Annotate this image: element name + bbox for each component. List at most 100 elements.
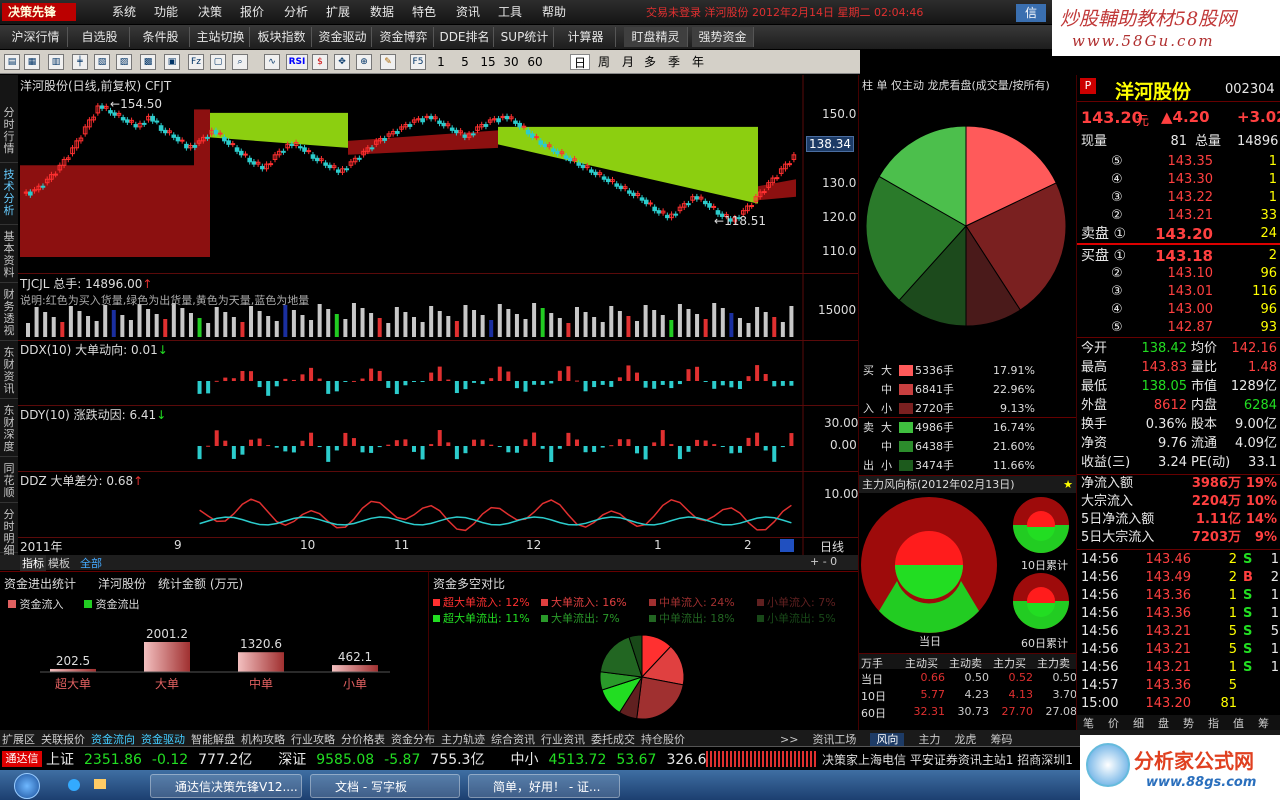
bottom-nav-right-item[interactable]: 筹码 [990,733,1012,746]
func-sup-stat[interactable]: SUP统计 [496,27,554,47]
menu-function[interactable]: 功能 [154,3,178,21]
move-icon[interactable]: ✥ [334,54,350,70]
quote-tab[interactable]: 盘 [1158,715,1169,731]
toolbar-icon-6[interactable]: ▨ [116,54,132,70]
ticker-index[interactable]: 深证 9585.08 -5.87 755.3亿 [278,752,494,768]
menu-decision[interactable]: 决策 [198,3,222,21]
task-wordpad[interactable]: 文档 - 写字板 [310,774,460,798]
toolbar-icon-1[interactable]: ▤ [4,54,20,70]
toolbar-icon-5[interactable]: ▧ [94,54,110,70]
menu-quote[interactable]: 报价 [240,3,264,21]
bottom-nav-item[interactable]: 持仓股价 [641,733,685,746]
bottom-nav-right-item[interactable]: >> [780,733,798,746]
func-dde-rank[interactable]: DDE排名 [436,27,494,47]
bottom-nav-item[interactable]: 资金驱动 [141,733,185,746]
menu-data[interactable]: 数据 [370,3,394,21]
quote-tab[interactable]: 价 [1108,715,1119,731]
zoom-icon[interactable]: ⊕ [356,54,372,70]
quote-tab[interactable]: 值 [1233,715,1244,731]
func-strong-fund[interactable]: 强势资金 [692,27,754,47]
tab-intraday[interactable]: 分时行情 [0,103,18,163]
func-sector-index[interactable]: 板块指数 [252,27,312,47]
tab-basic-info[interactable]: 基本资料 [0,227,18,283]
quote-tab[interactable]: 笔 [1083,715,1094,731]
bottom-nav-item[interactable]: 资金流向 [91,733,135,746]
menu-extend[interactable]: 扩展 [326,3,350,21]
bottom-nav-item[interactable]: 分价格表 [341,733,385,746]
info-button[interactable]: 信 [1016,4,1046,22]
bottom-nav-right-item[interactable]: 资讯工场 [812,733,856,746]
bottom-nav-right-item[interactable]: 风向 [870,733,905,746]
quote-tab[interactable]: 细 [1133,715,1144,731]
quote-tab[interactable]: 筹 [1258,715,1269,731]
candlestick-chart[interactable] [18,75,858,555]
period-60[interactable]: 60 [524,54,546,70]
bottom-nav-item[interactable]: 资金分布 [391,733,435,746]
period-month[interactable]: 月 [618,54,638,70]
func-server[interactable]: 主站切换 [192,27,250,47]
rtab-active[interactable]: 仅主动 [891,79,924,92]
bottom-nav-item[interactable]: 行业攻略 [291,733,335,746]
func-watchlist[interactable]: 自选股 [70,27,130,47]
toolbar-icon-3[interactable]: ▥ [48,54,64,70]
menu-analysis[interactable]: 分析 [284,3,308,21]
menu-news[interactable]: 资讯 [456,3,480,21]
scroll-handle[interactable] [780,539,794,552]
period-week[interactable]: 周 [594,54,614,70]
func-fund-drive[interactable]: 资金驱动 [314,27,372,47]
menu-help[interactable]: 帮助 [542,3,566,21]
quote-tab[interactable]: 势 [1183,715,1194,731]
tab-indicator[interactable]: 指标 [20,555,46,571]
tab-east-news[interactable]: 东财资讯 [0,343,18,399]
ticker-index[interactable]: 中小 4513.72 53.67 326.6亿 [510,752,730,768]
bottom-nav-item[interactable]: 扩展区 [2,733,35,746]
toolbar-icon-9[interactable]: Fz [188,54,204,70]
period-day[interactable]: 日 [570,54,590,70]
task-browser[interactable]: 简单，好用！ - 证... [468,774,620,798]
func-watch-genie[interactable]: 盯盘精灵 [624,27,688,47]
zoom-controls[interactable]: + - 0 [810,555,837,568]
period-15[interactable]: 15 [478,54,498,70]
bottom-nav-right-item[interactable]: 主力 [918,733,940,746]
folder-icon[interactable] [94,779,106,789]
rtab-single[interactable]: 单 [877,79,888,92]
menu-tools[interactable]: 工具 [498,3,522,21]
rtab-dragon[interactable]: 龙虎看盘(成交量/按所有) [928,79,1050,92]
bottom-nav-item[interactable]: 关联报价 [41,733,85,746]
rsi-icon[interactable]: RSI [286,54,308,70]
fs-icon[interactable]: F5 [410,54,426,70]
toolbar-icon-8[interactable]: ▣ [164,54,180,70]
period-multi[interactable]: 多 [640,54,660,70]
tab-detail[interactable]: 分时明细 [0,505,18,557]
toolbar-icon-7[interactable]: ▩ [140,54,156,70]
func-calculator[interactable]: 计算器 [556,27,616,47]
tab-all[interactable]: 全部 [80,555,102,571]
tab-east-depth[interactable]: 东财深度 [0,401,18,457]
period-year[interactable]: 年 [688,54,708,70]
tab-template[interactable]: 模板 [48,555,70,571]
toolbar-icon-11[interactable]: ⌕ [232,54,248,70]
menu-system[interactable]: 系统 [112,3,136,21]
func-market[interactable]: 沪深行情 [4,27,68,47]
period-5[interactable]: 5 [456,54,474,70]
bottom-nav-item[interactable]: 智能解盘 [191,733,235,746]
menu-feature[interactable]: 特色 [412,3,436,21]
bottom-nav-item[interactable]: 主力轨迹 [441,733,485,746]
ticker-index[interactable]: 上证 2351.86 -0.12 777.2亿 [46,752,262,768]
chart-area[interactable]: 洋河股份(日线,前复权) CFJT ←154.50 ←118.51 150.0 … [18,75,858,555]
pencil-icon[interactable]: ✎ [380,54,396,70]
tab-finance[interactable]: 财务透视 [0,285,18,341]
rtab-bar[interactable]: 柱 [862,79,873,92]
period-30[interactable]: 30 [500,54,522,70]
star-icon[interactable]: ★ [1063,476,1073,494]
bottom-nav-item[interactable]: 综合资讯 [491,733,535,746]
toolbar-icon-4[interactable]: ╪ [72,54,88,70]
bottom-nav-item[interactable]: 委托成交 [591,733,635,746]
period-season[interactable]: 季 [664,54,684,70]
toolbar-icon-2[interactable]: ▦ [24,54,40,70]
line-chart-icon[interactable]: ∿ [264,54,280,70]
func-fund-game[interactable]: 资金博弈 [374,27,434,47]
task-tdx[interactable]: 通达信决策先锋V12.... [150,774,302,798]
func-condition[interactable]: 条件股 [132,27,190,47]
dollar-icon[interactable]: $ [312,54,328,70]
